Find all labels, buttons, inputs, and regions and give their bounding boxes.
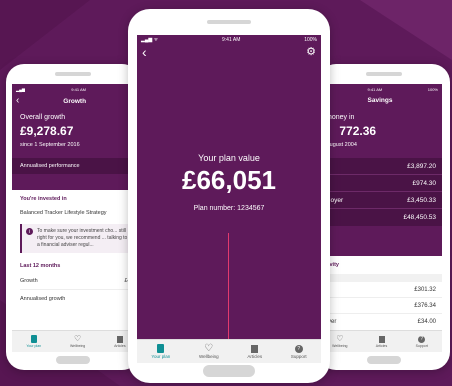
book-icon bbox=[378, 335, 385, 343]
activity-row: £301.32 bbox=[318, 282, 442, 298]
plan-icon bbox=[30, 335, 37, 343]
tab-your-plan[interactable]: Your plan bbox=[26, 335, 41, 348]
tab-label: Support bbox=[415, 343, 428, 348]
overall-growth-value: £9,278.67 bbox=[20, 124, 74, 138]
tab-wellbeing[interactable]: ♡ Wellbeing bbox=[69, 334, 86, 349]
since-date: August 2004 bbox=[326, 142, 357, 148]
phone-speaker bbox=[55, 72, 91, 76]
left-phone: ▂▄▆ 9:41 AM ▭ ‹ Growth Overall growth £9… bbox=[6, 64, 140, 370]
phone-home-button bbox=[203, 365, 255, 377]
book-icon bbox=[116, 335, 123, 343]
plan-number: Plan number: 1234567 bbox=[193, 205, 265, 212]
battery-level: 100% bbox=[304, 36, 317, 43]
contributions-list: £3,897.20 ef£974.30 mployer£3,450.33 er£… bbox=[318, 158, 442, 226]
heart-icon: ♡ bbox=[74, 334, 82, 343]
tab-bar: ♡ Wellbeing Articles ? Support bbox=[318, 330, 442, 352]
tab-support[interactable]: ? Support bbox=[415, 335, 428, 348]
last-12-months-heading: Last 12 months bbox=[20, 263, 61, 269]
status-time: 9:41 AM bbox=[367, 86, 383, 92]
signal-icon: ▂▄▆ bbox=[16, 86, 25, 92]
contribution-row: mployer £3,450.33 bbox=[318, 192, 442, 209]
status-bar: ▂▄▆ 9:41 AM ▭ bbox=[12, 84, 140, 94]
plan-value: £66,051 bbox=[182, 165, 276, 195]
tab-label: Articles bbox=[375, 343, 388, 348]
support-icon: ? bbox=[418, 335, 426, 343]
tab-wellbeing[interactable]: ♡ Wellbeing bbox=[332, 334, 348, 349]
tab-support[interactable]: ? Support bbox=[290, 344, 307, 359]
nav-bar: ‹ ⚙ bbox=[137, 44, 321, 60]
plan-value-label: Your plan value bbox=[198, 153, 260, 163]
right-header: 9:41 AM 100% Savings money in £6772.36 A… bbox=[318, 84, 442, 256]
contribution-row: ef£974.30 bbox=[318, 175, 442, 192]
back-icon[interactable]: ‹ bbox=[142, 45, 147, 59]
settings-gear-icon[interactable]: ⚙ bbox=[306, 46, 316, 58]
tab-label: Wellbeing bbox=[69, 344, 86, 348]
center-phone: ▂▄▆ ᯤ 9:41 AM 100% ‹ ⚙ Your plan value £… bbox=[128, 9, 330, 383]
annualised-performance-label: Annualised performance bbox=[20, 163, 80, 169]
support-icon: ? bbox=[294, 344, 303, 353]
battery-level: 100% bbox=[427, 86, 438, 92]
contribution-row: £3,897.20 bbox=[318, 158, 442, 175]
growth-row: Growth £4, bbox=[20, 278, 132, 290]
right-phone: 9:41 AM 100% Savings money in £6772.36 A… bbox=[318, 64, 450, 370]
since-date: since 1 September 2016 bbox=[20, 142, 80, 148]
overall-growth-label: Overall growth bbox=[20, 114, 66, 121]
tab-bar: Your plan ♡ Wellbeing Articles bbox=[12, 330, 140, 352]
tab-bar: Your plan ♡ Wellbeing Articles ? Support bbox=[137, 339, 321, 363]
annualised-growth-label: Annualised growth bbox=[20, 296, 66, 302]
tab-articles[interactable]: Articles bbox=[247, 344, 263, 359]
heart-icon: ♡ bbox=[204, 343, 214, 354]
signal-icon: ▂▄▆ ᯤ bbox=[141, 36, 159, 43]
screen-title: Growth bbox=[63, 97, 87, 105]
activity-heading: activity bbox=[318, 256, 442, 268]
tab-label: Articles bbox=[247, 353, 263, 359]
tab-articles[interactable]: Articles bbox=[375, 335, 388, 348]
info-notice: i To make sure your investment cho... st… bbox=[20, 224, 132, 253]
tab-label: Articles bbox=[114, 343, 126, 348]
tab-label: Your plan bbox=[26, 344, 42, 348]
phone-speaker bbox=[207, 20, 251, 24]
status-bar: 9:41 AM 100% bbox=[318, 84, 442, 94]
center-screen: ▂▄▆ ᯤ 9:41 AM 100% ‹ ⚙ Your plan value £… bbox=[137, 35, 321, 363]
screen-title: Savings bbox=[367, 97, 393, 104]
left-header: ▂▄▆ 9:41 AM ▭ ‹ Growth Overall growth £9… bbox=[12, 84, 140, 190]
tab-label: Support bbox=[290, 353, 307, 359]
nav-bar: ‹ Growth bbox=[12, 94, 140, 108]
activity-row: ployer£34.00 bbox=[320, 319, 436, 325]
info-icon: i bbox=[26, 228, 33, 235]
book-icon bbox=[251, 344, 259, 353]
status-bar: ▂▄▆ ᯤ 9:41 AM 100% bbox=[137, 35, 321, 44]
right-screen: 9:41 AM 100% Savings money in £6772.36 A… bbox=[318, 84, 442, 352]
phone-speaker bbox=[366, 72, 402, 76]
annualised-performance-button[interactable]: Annualised performance bbox=[12, 158, 140, 174]
status-time: 9:41 AM bbox=[222, 36, 241, 43]
tab-label: Wellbeing bbox=[332, 344, 348, 348]
tab-your-plan[interactable]: Your plan bbox=[151, 344, 170, 359]
contribution-row: er£48,450.53 bbox=[320, 214, 436, 221]
invested-heading: You're invested in bbox=[20, 196, 67, 202]
heart-icon: ♡ bbox=[336, 334, 344, 343]
growth-label: Growth bbox=[20, 278, 38, 284]
background-shape bbox=[0, 0, 90, 70]
status-time: 9:41 AM bbox=[71, 86, 86, 92]
notice-text: To make sure your investment cho... stil… bbox=[37, 228, 128, 248]
fund-name: Balanced Tracker Lifestyle Strategy bbox=[20, 210, 107, 216]
tab-label: Your plan bbox=[151, 354, 171, 359]
tab-wellbeing[interactable]: ♡ Wellbeing bbox=[198, 343, 219, 360]
plan-icon bbox=[157, 344, 165, 353]
phone-home-button bbox=[56, 356, 90, 364]
money-in-value: £6772.36 bbox=[339, 124, 377, 138]
back-icon[interactable]: ‹ bbox=[16, 96, 19, 106]
money-in-label: money in bbox=[326, 114, 355, 121]
activity-row: ef£376.34 bbox=[318, 298, 442, 314]
phone-home-button bbox=[367, 356, 401, 364]
tab-articles[interactable]: Articles bbox=[114, 335, 126, 348]
left-screen: ▂▄▆ 9:41 AM ▭ ‹ Growth Overall growth £9… bbox=[12, 84, 140, 352]
tab-label: Wellbeing bbox=[198, 354, 219, 359]
chart-indicator-line bbox=[228, 233, 229, 343]
